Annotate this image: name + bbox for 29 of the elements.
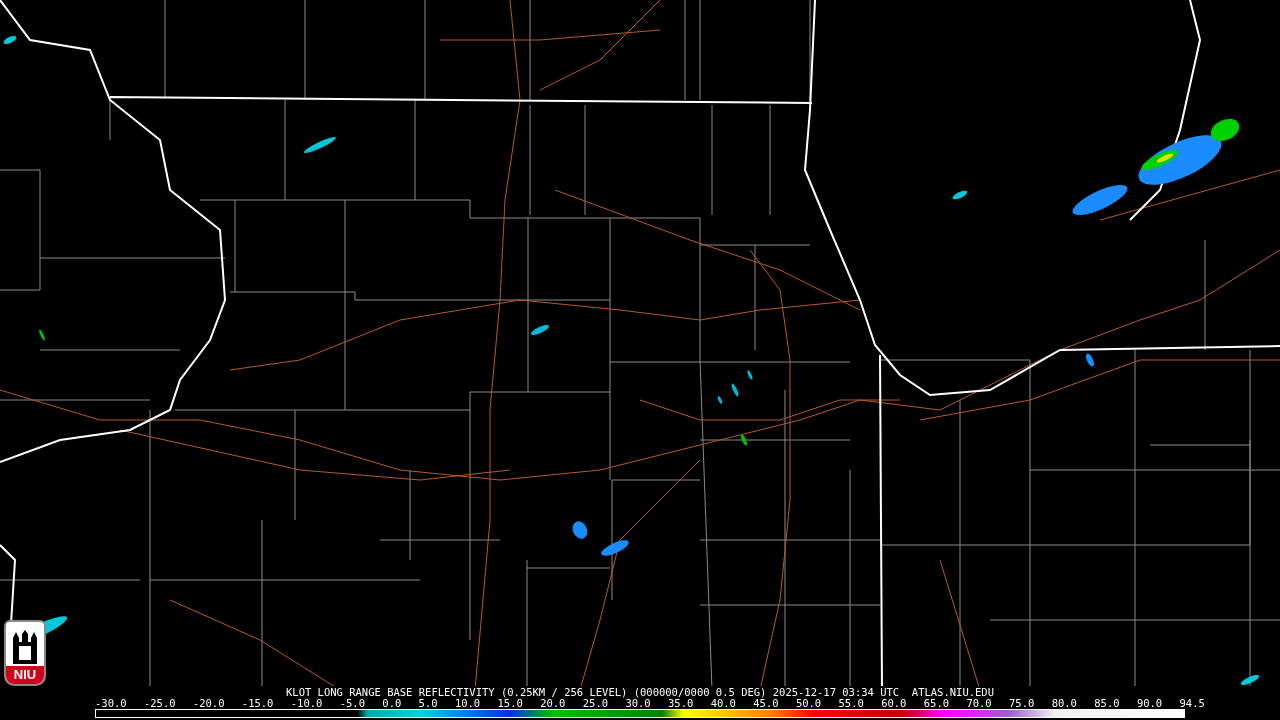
legend-tick-label: -10.0 xyxy=(290,698,323,709)
legend-tick-label: 15.0 xyxy=(497,698,523,709)
legend-tick-label: 94.5 xyxy=(1179,698,1205,709)
legend-tick-label: 5.0 xyxy=(418,698,438,709)
legend-tick-label: 10.0 xyxy=(454,698,481,709)
legend-tick-label: 75.0 xyxy=(1009,698,1035,709)
legend-tick-label: -15.0 xyxy=(241,698,274,709)
legend-tick-label: 60.0 xyxy=(881,698,907,709)
legend-tick-label: 90.0 xyxy=(1136,698,1163,709)
legend-tick-label: 40.0 xyxy=(710,698,736,709)
legend-tick-label: -25.0 xyxy=(143,698,176,709)
legend-tick-label: 0.0 xyxy=(382,698,402,709)
legend-tick-label: 45.0 xyxy=(753,698,779,709)
legend-tick-label: 50.0 xyxy=(795,698,822,709)
building-icon xyxy=(10,630,40,664)
legend-tick-label: 20.0 xyxy=(540,698,566,709)
map-caption: KLOT LONG RANGE BASE REFLECTIVITY (0.25KM / 256 LEVEL) (000000/0000 0.5 DEG) 2025-12-17 03:34 UTC ATLAS.NIU.EDU xyxy=(286,686,994,698)
legend-tick-label: 80.0 xyxy=(1051,698,1077,709)
legend-tick-label: 55.0 xyxy=(838,698,864,709)
legend-tick-label: 65.0 xyxy=(923,698,950,709)
legend-tick-label: -5.0 xyxy=(339,698,365,709)
legend-tick-label: 85.0 xyxy=(1094,698,1120,709)
legend-tick-label: 30.0 xyxy=(625,698,651,709)
logo-text: NIU xyxy=(6,666,44,684)
legend-tick-label: 70.0 xyxy=(966,698,992,709)
legend-tick-label: -30.0 xyxy=(95,698,127,709)
legend-tick-label: 35.0 xyxy=(668,698,694,709)
legend-tick-label: -20.0 xyxy=(192,698,225,709)
legend-tick-label: 25.0 xyxy=(582,698,609,709)
